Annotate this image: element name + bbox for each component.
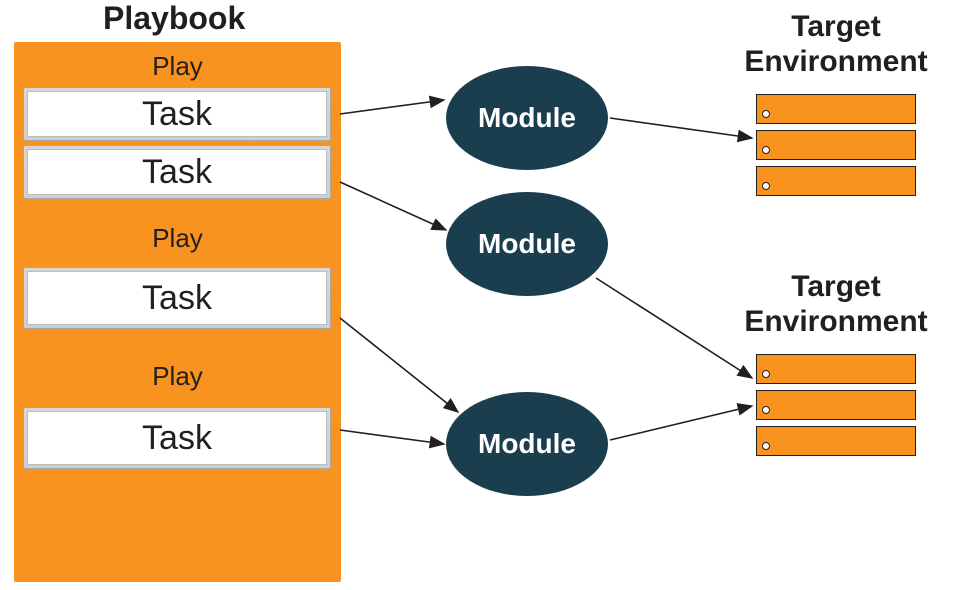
target-1-server-2 [756,130,916,160]
arrow-module1-target1 [610,118,752,138]
target-2-server-1 [756,354,916,384]
target-2-title-line1: Target [791,270,880,303]
target-2-title: Target Environment [722,270,950,339]
task-1-1: Task [23,87,331,141]
play-label-1: Play [15,51,340,82]
server-indicator-icon [762,406,770,414]
server-indicator-icon [762,370,770,378]
module-2-label: Module [478,228,576,260]
arrow-module3-target2 [610,406,752,440]
task-3-1-label: Task [27,411,327,465]
target-1-server-1 [756,94,916,124]
module-3: Module [446,392,608,496]
playbook-container: Play Task Task Play Task Play Task [14,42,341,582]
play-label-3: Play [15,361,340,392]
arrow-task11-module1 [340,100,444,114]
play-label-2: Play [15,223,340,254]
arrow-task31-module3 [340,430,444,444]
target-1-title: Target Environment [722,10,950,79]
arrow-task12-module2 [340,182,446,230]
task-3-1: Task [23,407,331,469]
arrow-task21-module3 [340,318,458,412]
task-2-1: Task [23,267,331,329]
module-2: Module [446,192,608,296]
target-2-server-2 [756,390,916,420]
task-1-1-label: Task [27,91,327,137]
task-1-2: Task [23,145,331,199]
module-1-label: Module [478,102,576,134]
task-2-1-label: Task [27,271,327,325]
target-2-title-line2: Environment [744,305,927,338]
playbook-title: Playbook [103,0,245,37]
target-1-server-3 [756,166,916,196]
target-1-title-line1: Target [791,10,880,43]
module-1: Module [446,66,608,170]
target-2-server-3 [756,426,916,456]
target-1-title-line2: Environment [744,45,927,78]
server-indicator-icon [762,110,770,118]
server-indicator-icon [762,442,770,450]
module-3-label: Module [478,428,576,460]
task-1-2-label: Task [27,149,327,195]
server-indicator-icon [762,182,770,190]
server-indicator-icon [762,146,770,154]
